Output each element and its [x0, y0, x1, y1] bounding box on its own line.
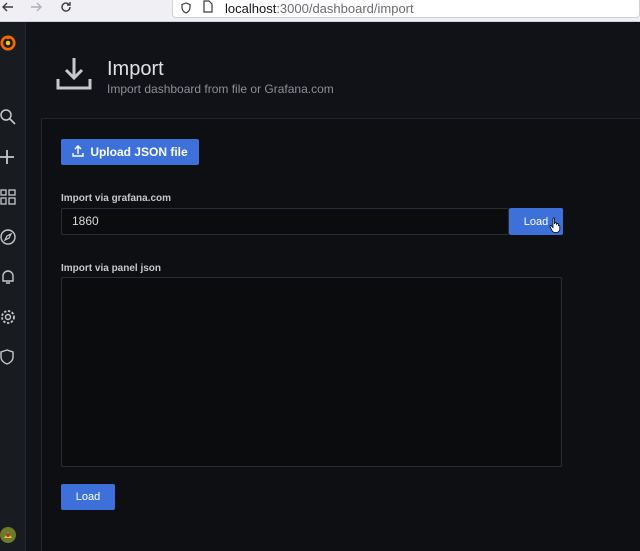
url-path: :3000/dashboard/import: [276, 1, 414, 16]
upload-json-label: Upload JSON file: [90, 145, 188, 159]
search-icon[interactable]: [0, 108, 16, 126]
shield-icon: [181, 1, 191, 19]
url-host: localhost: [225, 1, 277, 16]
back-button[interactable]: [0, 0, 16, 14]
plus-icon[interactable]: [0, 148, 16, 166]
page-subtitle: Import dashboard from file or Grafana.co…: [107, 82, 334, 96]
page-title: Import: [107, 58, 164, 80]
address-bar[interactable]: localhost:3000/dashboard/import: [172, 0, 640, 18]
panel-json-load-label: Load: [75, 491, 101, 503]
user-avatar-icon[interactable]: [0, 526, 16, 544]
hand-cursor-icon: [549, 217, 561, 238]
grafana-logo-icon[interactable]: [0, 34, 16, 52]
url-text: localhost:3000/dashboard/import: [225, 1, 414, 16]
upload-icon: [72, 144, 90, 160]
grafana-com-load-label: Load: [523, 215, 549, 228]
forward-button[interactable]: [28, 0, 44, 14]
upload-json-button[interactable]: Upload JSON file: [61, 139, 199, 165]
dashboards-grid-icon[interactable]: [0, 188, 16, 206]
panel-json-load-button[interactable]: Load: [61, 484, 115, 510]
server-admin-shield-icon[interactable]: [0, 348, 16, 366]
reload-button[interactable]: [58, 0, 74, 14]
grafana-com-label: Import via grafana.com: [61, 193, 172, 204]
configuration-gear-icon[interactable]: [0, 308, 16, 326]
grafana-com-input[interactable]: 1860: [61, 208, 509, 235]
sidebar: [0, 22, 26, 551]
explore-compass-icon[interactable]: [0, 228, 16, 246]
panel-json-label: Import via panel json: [61, 263, 162, 274]
page-info-icon: [203, 0, 213, 18]
browser-toolbar: localhost:3000/dashboard/import: [0, 0, 640, 22]
import-download-icon: [56, 55, 92, 96]
panel-json-textarea[interactable]: [61, 277, 562, 467]
alerting-bell-icon[interactable]: [0, 268, 16, 286]
